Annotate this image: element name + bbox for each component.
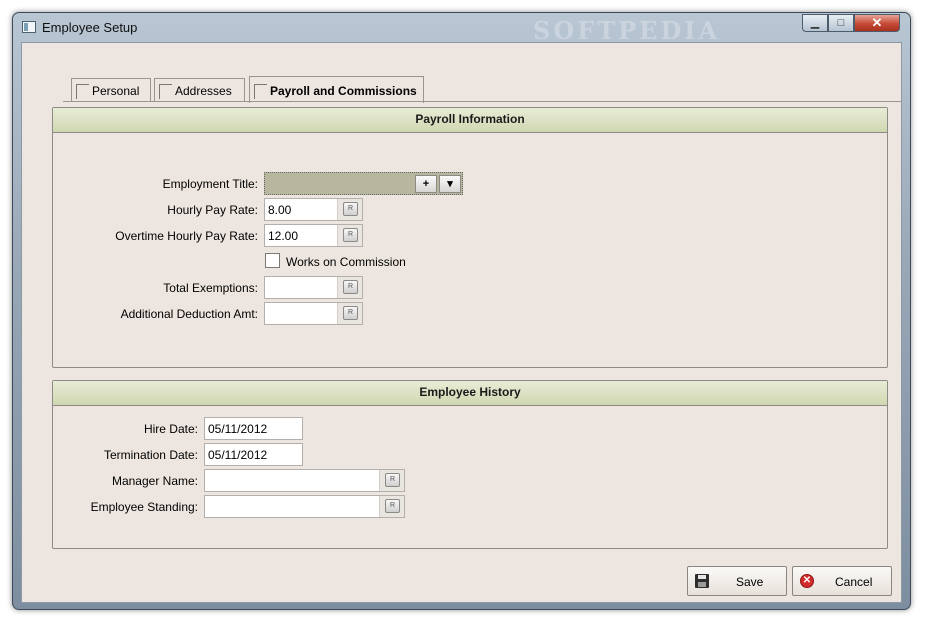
hourly-pay-rate-input[interactable]: 8.00 R [264, 198, 363, 221]
field-button-area: R [337, 303, 362, 324]
save-button[interactable]: Save [687, 566, 787, 596]
field-button-icon[interactable]: R [343, 280, 358, 294]
field-button-icon[interactable]: R [343, 202, 358, 216]
employee-standing-label: Employee Standing: [90, 500, 198, 514]
total-exemptions-input[interactable]: R [264, 276, 363, 299]
works-on-commission-label: Works on Commission [286, 255, 406, 269]
watermark-text: SOFTPEDIA [533, 16, 721, 45]
add-title-button[interactable]: + [415, 175, 437, 193]
termination-date-input[interactable]: 05/11/2012 [204, 443, 303, 466]
additional-deduction-label: Additional Deduction Amt: [120, 307, 258, 321]
tab-checkbox-icon [254, 84, 267, 99]
manager-name-label: Manager Name: [111, 474, 198, 488]
tab-checkbox-icon [159, 84, 172, 99]
additional-deduction-input[interactable]: R [264, 302, 363, 325]
title-bar[interactable]: Employee Setup SOFTPEDIA ▁ □ ✕ [13, 13, 910, 45]
panel-header: Employee History [53, 381, 887, 406]
field-button-icon[interactable]: R [385, 499, 400, 513]
maximize-button[interactable]: □ [828, 14, 854, 32]
tab-addresses[interactable]: Addresses [154, 78, 245, 101]
panel-header: Payroll Information [53, 108, 887, 133]
hourly-pay-rate-label: Hourly Pay Rate: [167, 203, 258, 217]
employee-standing-input[interactable]: R [204, 495, 405, 518]
field-button-icon[interactable]: R [385, 473, 400, 487]
cancel-x-icon: ✕ [800, 574, 814, 588]
tab-label: Personal [92, 84, 140, 98]
tab-label: Addresses [175, 84, 232, 98]
hire-date-input[interactable]: 05/11/2012 [204, 417, 303, 440]
overtime-pay-rate-input[interactable]: 12.00 R [264, 224, 363, 247]
manager-name-input[interactable]: R [204, 469, 405, 492]
field-button-icon[interactable]: R [343, 228, 358, 242]
tab-checkbox-icon [76, 84, 89, 99]
tab-strip-divider [63, 101, 901, 102]
total-exemptions-label: Total Exemptions: [163, 281, 258, 295]
chevron-down-icon[interactable]: ▾ [439, 175, 461, 193]
hire-date-label: Hire Date: [143, 422, 198, 436]
minimize-button[interactable]: ▁ [802, 14, 828, 32]
floppy-disk-icon [695, 574, 709, 588]
field-button-area: R [337, 277, 362, 298]
employment-title-label: Employment Title: [162, 177, 258, 191]
tab-payroll-and-commissions[interactable]: Payroll and Commissions [249, 76, 424, 103]
app-window-icon [22, 21, 36, 33]
field-value: 05/11/2012 [208, 448, 268, 462]
field-value: 12.00 [268, 229, 299, 243]
field-button-area: R [337, 225, 362, 246]
field-button-icon[interactable]: R [343, 306, 358, 320]
tab-personal[interactable]: Personal [71, 78, 151, 101]
tab-label: Payroll and Commissions [270, 84, 417, 98]
field-value: 8.00 [268, 203, 292, 217]
works-on-commission-checkbox[interactable] [265, 253, 280, 268]
field-button-area: R [379, 470, 404, 491]
field-button-area: R [379, 496, 404, 517]
save-button-label: Save [736, 575, 764, 589]
employee-setup-window: Employee Setup SOFTPEDIA ▁ □ ✕ Personal … [12, 12, 911, 610]
cancel-button-label: Cancel [835, 575, 873, 589]
employment-title-select[interactable]: + ▾ [264, 172, 463, 195]
termination-date-label: Termination Date: [103, 448, 198, 462]
overtime-pay-rate-label: Overtime Hourly Pay Rate: [115, 229, 258, 243]
employee-history-panel: Employee History Hire Date: 05/11/2012 T… [52, 380, 888, 549]
field-button-area: R [337, 199, 362, 220]
dialog-client-area: Personal Addresses Payroll and Commissio… [21, 42, 902, 603]
close-button[interactable]: ✕ [854, 14, 900, 32]
window-title: Employee Setup [42, 20, 138, 35]
field-value: 05/11/2012 [208, 422, 268, 436]
payroll-information-panel: Payroll Information Employment Title: + … [52, 107, 888, 368]
cancel-button[interactable]: ✕ Cancel [792, 566, 892, 596]
